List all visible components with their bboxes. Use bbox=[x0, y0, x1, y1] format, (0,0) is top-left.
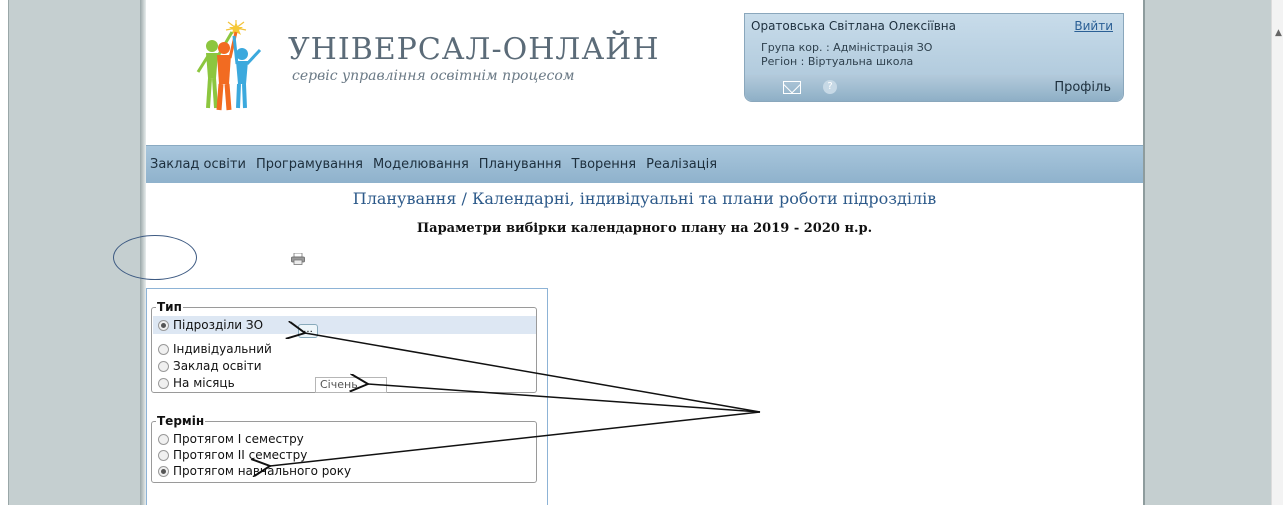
type-option-units[interactable]: Підрозділи ЗО bbox=[158, 318, 263, 332]
mail-icon[interactable] bbox=[783, 81, 801, 94]
option-label: Індивідуальний bbox=[173, 342, 272, 356]
type-fieldset: Тип Підрозділи ЗО ... Індивідуальний Зак… bbox=[151, 300, 537, 393]
brand-title: УНІВЕРСАЛ-ОНЛАЙН bbox=[288, 32, 660, 67]
option-label: На місяць bbox=[173, 376, 235, 390]
page-subtitle: Параметри вибірки календарного плану на … bbox=[416, 221, 873, 236]
user-toolbar: ? Профіль bbox=[745, 75, 1123, 101]
annotation-circle bbox=[113, 235, 197, 280]
option-label: Підрозділи ЗО bbox=[173, 318, 264, 332]
menu-item-planning[interactable]: Планування bbox=[479, 157, 562, 172]
radio-button[interactable] bbox=[158, 433, 169, 445]
term-legend: Термін bbox=[156, 414, 206, 428]
option-label: Заклад освіти bbox=[173, 359, 262, 373]
menu-item-creation[interactable]: Творення bbox=[572, 157, 637, 172]
scrollbar[interactable] bbox=[1271, 0, 1283, 505]
select-units-button[interactable]: ... bbox=[298, 324, 318, 338]
type-option-individual[interactable]: Індивідуальний bbox=[158, 342, 272, 356]
main-page: УНІВЕРСАЛ-ОНЛАЙН сервіс управління освіт… bbox=[146, 0, 1143, 505]
logout-link[interactable]: Вийти bbox=[1074, 19, 1113, 33]
type-option-institution[interactable]: Заклад освіти bbox=[158, 359, 262, 373]
type-option-month[interactable]: На місяць bbox=[158, 376, 235, 390]
radio-button[interactable] bbox=[158, 360, 169, 372]
type-legend: Тип bbox=[156, 300, 183, 314]
user-group: Група кор. : Адміністрація ЗО bbox=[761, 41, 933, 54]
term-option-year[interactable]: Протягом навчального року bbox=[158, 464, 351, 478]
page-title: Планування / Календарні, індивідуальні т… bbox=[352, 189, 937, 208]
user-panel: Оратовська Світлана Олексіївна Вийти Гру… bbox=[744, 13, 1124, 102]
option-label: Протягом навчального року bbox=[173, 464, 352, 478]
radio-button[interactable] bbox=[158, 343, 169, 355]
profile-link[interactable]: Профіль bbox=[1054, 80, 1111, 95]
term-option-semester-2[interactable]: Протягом II семестру bbox=[158, 448, 307, 462]
radio-button[interactable] bbox=[158, 377, 169, 389]
printer-icon[interactable] bbox=[291, 250, 305, 265]
menu-item-programming[interactable]: Програмування bbox=[256, 157, 363, 172]
term-option-semester-1[interactable]: Протягом I семестру bbox=[158, 432, 304, 446]
logo-icon bbox=[176, 18, 266, 116]
user-region: Регіон : Віртуальна школа bbox=[761, 55, 914, 68]
help-icon[interactable]: ? bbox=[823, 80, 837, 94]
radio-button[interactable] bbox=[158, 465, 169, 477]
user-name: Оратовська Світлана Олексіївна bbox=[751, 19, 957, 33]
menu-item-institution[interactable]: Заклад освіти bbox=[150, 157, 246, 172]
menu-item-realization[interactable]: Реалізація bbox=[646, 157, 717, 172]
month-select[interactable]: Січень bbox=[315, 377, 387, 393]
radio-button[interactable] bbox=[158, 449, 169, 461]
radio-button[interactable] bbox=[158, 319, 169, 331]
right-background bbox=[1143, 0, 1271, 505]
main-menu: Заклад освіти Програмування Моделювання … bbox=[146, 145, 1143, 183]
brand-subtitle: сервіс управління освітнім процесом bbox=[292, 68, 575, 84]
selection-form: Тип Підрозділи ЗО ... Індивідуальний Зак… bbox=[146, 288, 548, 505]
option-label: Протягом II семестру bbox=[173, 448, 308, 462]
menu-item-modeling[interactable]: Моделювання bbox=[373, 157, 469, 172]
term-fieldset: Термін Протягом I семестру Протягом II с… bbox=[151, 414, 537, 483]
scroll-arrow-icon[interactable]: ▲ bbox=[1275, 28, 1282, 38]
option-label: Протягом I семестру bbox=[173, 432, 304, 446]
